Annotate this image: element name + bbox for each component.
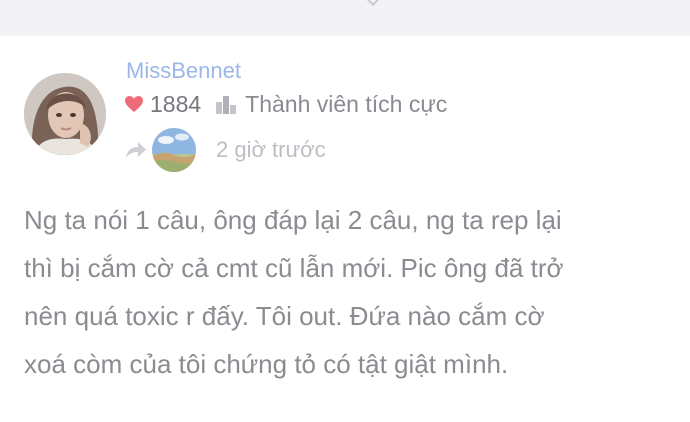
heart-icon: [125, 96, 143, 112]
reply-info: 2 giờ trước: [124, 128, 326, 172]
likes-count: 1884: [150, 90, 202, 117]
comment-line: Ng ta nói 1 câu, ông đáp lại 2 câu, ng t…: [24, 205, 562, 235]
author-meta: 1884 Thành viên tích cực: [124, 90, 447, 118]
comment-line: nên quá toxic r đấy. Tôi out. Đứa nào cắ…: [24, 301, 545, 331]
share-arrow-icon: [126, 142, 146, 158]
author-avatar[interactable]: [24, 73, 106, 155]
comment-line: thì bị cắm cờ cả cmt cũ lẫn mới. Pic ông…: [24, 253, 564, 283]
member-rank: Thành viên tích cực: [245, 90, 448, 117]
top-bar: [0, 0, 690, 36]
comment-text: Ng ta nói 1 câu, ông đáp lại 2 câu, ng t…: [24, 196, 674, 388]
post-time: 2 giờ trước: [216, 137, 326, 162]
comment-line: xoá còm của tôi chứng tỏ có tật giật mìn…: [24, 349, 509, 379]
reply-avatar[interactable]: [152, 128, 196, 172]
author-username[interactable]: MissBennet: [126, 58, 241, 84]
rank-badge-icon: [216, 96, 237, 114]
chevron-down-icon[interactable]: [365, 0, 381, 7]
